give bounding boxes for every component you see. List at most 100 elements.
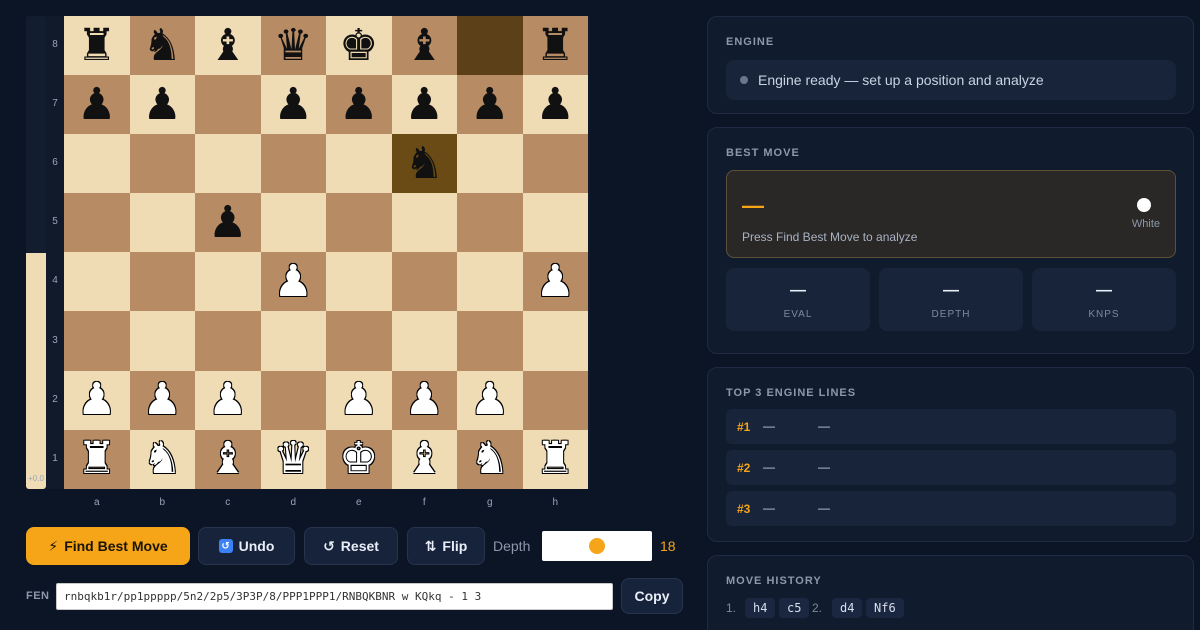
black-pawn-icon[interactable]: ♟ (470, 82, 509, 127)
square-a5[interactable] (64, 193, 130, 253)
engine-line[interactable]: #3 — — (726, 491, 1176, 526)
copy-fen-button[interactable]: Copy (621, 578, 683, 614)
square-b1[interactable]: ♞ (129, 429, 195, 489)
square-c6[interactable] (195, 134, 261, 194)
white-pawn-icon[interactable]: ♟ (274, 259, 313, 304)
square-g5[interactable] (457, 193, 523, 253)
white-bishop-icon[interactable]: ♝ (405, 437, 444, 481)
square-b3[interactable] (129, 311, 195, 371)
flip-button[interactable]: ⇅ Flip (407, 527, 485, 565)
square-d2[interactable] (260, 370, 326, 430)
white-bishop-icon[interactable]: ♝ (208, 437, 247, 481)
black-pawn-icon[interactable]: ♟ (274, 82, 313, 127)
black-pawn-icon[interactable]: ♟ (143, 82, 182, 127)
square-e4[interactable] (326, 252, 392, 312)
black-knight-icon[interactable]: ♞ (143, 23, 182, 68)
depth-slider[interactable] (542, 531, 652, 561)
white-knight-icon[interactable]: ♞ (143, 437, 182, 481)
undo-button[interactable]: ↺ Undo (198, 527, 295, 565)
square-a7[interactable]: ♟ (64, 75, 130, 135)
black-pawn-icon[interactable]: ♟ (77, 82, 116, 127)
square-c4[interactable] (195, 252, 261, 312)
black-king-icon[interactable]: ♚ (339, 23, 378, 68)
square-d5[interactable] (260, 193, 326, 253)
square-f3[interactable] (391, 311, 457, 371)
history-move[interactable]: c5 (779, 598, 810, 618)
square-h4[interactable]: ♟ (522, 252, 588, 312)
square-c3[interactable] (195, 311, 261, 371)
find-best-move-button[interactable]: ⚡ Find Best Move (26, 527, 190, 565)
square-g1[interactable]: ♞ (457, 429, 523, 489)
square-e3[interactable] (326, 311, 392, 371)
square-h6[interactable] (522, 134, 588, 194)
square-c8[interactable]: ♝ (195, 16, 261, 76)
black-pawn-icon[interactable]: ♟ (405, 82, 444, 127)
square-d1[interactable]: ♛ (260, 429, 326, 489)
black-rook-icon[interactable]: ♜ (77, 23, 116, 68)
square-g4[interactable] (457, 252, 523, 312)
square-h3[interactable] (522, 311, 588, 371)
square-c1[interactable]: ♝ (195, 429, 261, 489)
square-h7[interactable]: ♟ (522, 75, 588, 135)
reset-button[interactable]: ↺ Reset (304, 527, 398, 565)
square-h5[interactable] (522, 193, 588, 253)
black-queen-icon[interactable]: ♛ (274, 23, 313, 68)
history-move[interactable]: Nf6 (866, 598, 904, 618)
square-a8[interactable]: ♜ (64, 16, 130, 76)
square-e5[interactable] (326, 193, 392, 253)
black-pawn-icon[interactable]: ♟ (536, 82, 575, 127)
white-pawn-icon[interactable]: ♟ (208, 378, 247, 422)
square-d6[interactable] (260, 134, 326, 194)
white-queen-icon[interactable]: ♛ (274, 437, 313, 481)
white-pawn-icon[interactable]: ♟ (405, 378, 444, 422)
black-rook-icon[interactable]: ♜ (536, 23, 575, 68)
square-g7[interactable]: ♟ (457, 75, 523, 135)
square-b6[interactable] (129, 134, 195, 194)
square-e6[interactable] (326, 134, 392, 194)
square-c5[interactable]: ♟ (195, 193, 261, 253)
square-f2[interactable]: ♟ (391, 370, 457, 430)
square-e2[interactable]: ♟ (326, 370, 392, 430)
white-pawn-icon[interactable]: ♟ (536, 259, 575, 304)
history-move[interactable]: d4 (832, 598, 863, 618)
black-pawn-icon[interactable]: ♟ (339, 82, 378, 127)
history-move[interactable]: h4 (745, 598, 776, 618)
square-b2[interactable]: ♟ (129, 370, 195, 430)
square-h2[interactable] (522, 370, 588, 430)
white-king-icon[interactable]: ♚ (339, 437, 378, 481)
square-g3[interactable] (457, 311, 523, 371)
square-a2[interactable]: ♟ (64, 370, 130, 430)
square-d7[interactable]: ♟ (260, 75, 326, 135)
engine-line[interactable]: #2 — — (726, 450, 1176, 485)
square-d4[interactable]: ♟ (260, 252, 326, 312)
square-h1[interactable]: ♜ (522, 429, 588, 489)
square-c2[interactable]: ♟ (195, 370, 261, 430)
chessboard[interactable]: ♜ ♞ ♝ ♛ ♚ ♝ ♜ ♟ ♟ ♟ ♟ ♟ ♟ ♟ ♞ ♟ ♟ ♟ ♟ ♟ ♟ ♟ ♟ ♟ ♜ ♞ ♝ ♛ ♚ ♝ ♞ ♜ (64, 16, 588, 489)
square-b8[interactable]: ♞ (129, 16, 195, 76)
white-knight-icon[interactable]: ♞ (470, 437, 509, 481)
square-f4[interactable] (391, 252, 457, 312)
white-pawn-icon[interactable]: ♟ (143, 378, 182, 422)
square-f8[interactable]: ♝ (391, 16, 457, 76)
square-d8[interactable]: ♛ (260, 16, 326, 76)
square-b4[interactable] (129, 252, 195, 312)
square-f5[interactable] (391, 193, 457, 253)
square-a1[interactable]: ♜ (64, 429, 130, 489)
square-g8[interactable] (457, 16, 523, 76)
fen-input[interactable] (56, 583, 613, 610)
square-d3[interactable] (260, 311, 326, 371)
white-pawn-icon[interactable]: ♟ (470, 378, 509, 422)
square-a6[interactable] (64, 134, 130, 194)
engine-line[interactable]: #1 — — (726, 409, 1176, 444)
depth-slider-thumb[interactable] (589, 538, 605, 554)
black-bishop-icon[interactable]: ♝ (208, 23, 247, 68)
square-e8[interactable]: ♚ (326, 16, 392, 76)
square-e1[interactable]: ♚ (326, 429, 392, 489)
square-b7[interactable]: ♟ (129, 75, 195, 135)
white-rook-icon[interactable]: ♜ (536, 437, 575, 481)
square-c7[interactable] (195, 75, 261, 135)
square-b5[interactable] (129, 193, 195, 253)
black-knight-icon[interactable]: ♞ (405, 141, 444, 186)
square-f1[interactable]: ♝ (391, 429, 457, 489)
white-pawn-icon[interactable]: ♟ (77, 378, 116, 422)
